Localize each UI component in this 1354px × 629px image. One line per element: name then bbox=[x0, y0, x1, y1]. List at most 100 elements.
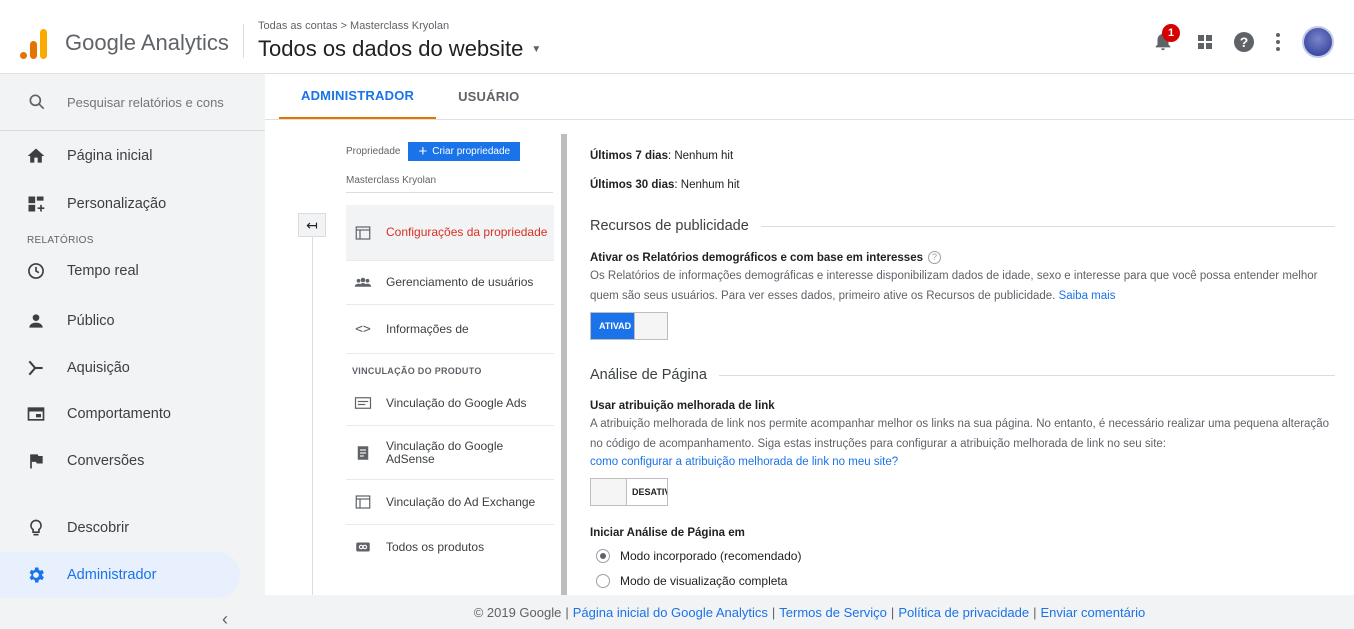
plus-icon: + bbox=[418, 143, 428, 160]
sidebar-item-label: Tempo real bbox=[67, 263, 139, 279]
sidebar-item-label: Descobrir bbox=[67, 520, 130, 536]
header-divider bbox=[243, 24, 244, 58]
section-title: Recursos de publicidade bbox=[590, 218, 749, 234]
enhanced-link-attribution-title: Usar atribuição melhorada de link bbox=[590, 400, 775, 412]
sidebar-item-label: Público bbox=[67, 313, 115, 329]
menu-item-google-ads-link[interactable]: Vinculação do Google Ads bbox=[346, 384, 554, 422]
demographics-toggle[interactable]: ATIVAD bbox=[590, 312, 668, 340]
reports-section-label: RELATÓRIOS bbox=[27, 235, 94, 246]
sidebar-item-audience[interactable]: Público bbox=[0, 298, 240, 344]
menu-item-tracking-info[interactable]: <> Informações de bbox=[346, 305, 554, 353]
menu-item-property-settings[interactable]: Configurações da propriedade bbox=[346, 205, 554, 260]
back-arrow-button[interactable]: ↤ bbox=[298, 213, 326, 237]
sidebar-item-behavior[interactable]: Comportamento bbox=[0, 391, 240, 437]
demographics-setting-title: Ativar os Relatórios demográficos e com … bbox=[590, 251, 941, 264]
property-selector[interactable]: Masterclass Kryolan bbox=[346, 175, 436, 186]
view-title: Todos os dados do website bbox=[258, 36, 524, 61]
create-property-button[interactable]: + Criar propriedade bbox=[408, 142, 521, 161]
enhanced-link-attribution-description: A atribuição melhorada de link nos permi… bbox=[590, 418, 1329, 450]
footer-link-privacy[interactable]: Política de privacidade bbox=[898, 605, 1029, 620]
search-input[interactable] bbox=[67, 94, 227, 110]
sidebar-item-admin[interactable]: Administrador bbox=[0, 552, 240, 598]
help-question-icon[interactable]: ? bbox=[928, 251, 941, 264]
notifications-button[interactable]: 1 bbox=[1152, 24, 1180, 54]
users-icon bbox=[354, 274, 372, 292]
tab-admin[interactable]: ADMINISTRADOR bbox=[279, 74, 437, 119]
column-connector-line bbox=[312, 237, 313, 595]
property-column: ↤ Propriedade + Criar propriedade Master… bbox=[298, 134, 568, 595]
menu-item-label: Configurações da propriedade bbox=[386, 225, 548, 240]
property-header: Propriedade + Criar propriedade bbox=[346, 142, 521, 161]
header-actions: 1 ? bbox=[1152, 24, 1334, 58]
menu-item-user-management[interactable]: Gerenciamento de usuários bbox=[346, 261, 554, 304]
menu-item-label: Vinculação do Google Ads bbox=[386, 395, 527, 410]
last-30-days-label: Últimos 30 dias bbox=[590, 179, 675, 191]
radio-unchecked-icon[interactable] bbox=[596, 574, 610, 588]
create-property-label: Criar propriedade bbox=[432, 146, 511, 157]
radio-label: Modo de visualização completa bbox=[620, 574, 788, 588]
radio-embedded-mode[interactable]: Modo incorporado (recomendado) bbox=[596, 549, 801, 563]
property-label: Propriedade bbox=[346, 146, 401, 157]
menu-divider bbox=[346, 353, 554, 354]
menu-item-adsense-link[interactable]: Vinculação do Google AdSense bbox=[346, 426, 554, 479]
google-analytics-logo-icon[interactable] bbox=[20, 27, 48, 59]
last-7-days-stat: Últimos 7 dias: Nenhum hit bbox=[590, 150, 733, 162]
page-analytics-section: Análise de Página bbox=[590, 367, 1335, 383]
description-text: Os Relatórios de informações demográfica… bbox=[590, 270, 1318, 302]
menu-item-ad-exchange-link[interactable]: Vinculação do Ad Exchange bbox=[346, 480, 554, 524]
toggle-state-label: DESATIV bbox=[627, 479, 667, 505]
breadcrumb[interactable]: Todas as contas > Masterclass Kryolan bbox=[258, 20, 449, 32]
footer-link-terms[interactable]: Termos de Serviço bbox=[779, 605, 887, 620]
sidebar-item-label: Administrador bbox=[67, 567, 157, 583]
collapse-sidebar-chevron-icon[interactable]: ‹ bbox=[222, 609, 228, 629]
notification-badge: 1 bbox=[1162, 24, 1180, 42]
sidebar-item-realtime[interactable]: Tempo real bbox=[0, 248, 240, 294]
account-avatar[interactable] bbox=[1302, 26, 1334, 58]
sidebar-item-customization[interactable]: Personalização bbox=[0, 181, 240, 227]
link-attribution-toggle[interactable]: DESATIV bbox=[590, 478, 668, 506]
sidebar-item-label: Comportamento bbox=[67, 406, 171, 422]
property-divider bbox=[346, 192, 553, 193]
footer-link-feedback[interactable]: Enviar comentário bbox=[1041, 605, 1146, 620]
menu-item-label: Vinculação do Ad Exchange bbox=[386, 494, 536, 509]
section-title: Análise de Página bbox=[590, 367, 707, 383]
radio-label: Modo incorporado (recomendado) bbox=[620, 549, 802, 563]
start-page-analytics-title: Iniciar Análise de Página em bbox=[590, 527, 745, 539]
help-icon[interactable]: ? bbox=[1234, 32, 1254, 52]
sidebar-item-label: Personalização bbox=[67, 196, 167, 212]
sidebar-item-acquisition[interactable]: Aquisição bbox=[0, 345, 240, 391]
acquisition-icon bbox=[26, 358, 46, 378]
link-attribution-help-link[interactable]: como configurar a atribuição melhorada d… bbox=[590, 456, 898, 468]
sidebar-item-conversions[interactable]: Conversões bbox=[0, 438, 240, 484]
sidebar-item-home[interactable]: Página inicial bbox=[0, 133, 240, 179]
app-title[interactable]: Google Analytics bbox=[65, 30, 229, 56]
home-icon bbox=[26, 146, 46, 166]
column-scrollbar[interactable] bbox=[561, 134, 567, 595]
copyright-text: © 2019 Google bbox=[473, 604, 562, 620]
gear-icon bbox=[26, 565, 46, 585]
footer-link-analytics-home[interactable]: Página inicial do Google Analytics bbox=[573, 605, 768, 620]
toggle-knob bbox=[591, 479, 627, 505]
learn-more-link[interactable]: Saiba mais bbox=[1059, 290, 1116, 302]
menu-item-label: Todos os produtos bbox=[386, 539, 485, 554]
code-icon: <> bbox=[355, 321, 371, 337]
main-panel: ADMINISTRADOR USUÁRIO ↤ Propriedade + Cr… bbox=[265, 74, 1354, 595]
sidebar-search[interactable] bbox=[0, 74, 265, 130]
search-icon bbox=[29, 94, 45, 110]
view-selector[interactable]: Todos os dados do website ▼ bbox=[258, 36, 541, 62]
dashboard-icon bbox=[26, 194, 46, 214]
toggle-state-label: ATIVAD bbox=[591, 313, 634, 339]
more-options-icon[interactable] bbox=[1276, 33, 1280, 51]
sidebar-item-discover[interactable]: Descobrir bbox=[0, 505, 240, 551]
ad-exchange-icon bbox=[354, 493, 372, 511]
tab-user[interactable]: USUÁRIO bbox=[436, 74, 541, 119]
settings-window-icon bbox=[354, 224, 372, 242]
sidebar-item-label: Página inicial bbox=[67, 148, 153, 164]
menu-item-all-products[interactable]: Todos os produtos bbox=[346, 525, 554, 569]
apps-grid-icon[interactable] bbox=[1198, 35, 1212, 49]
adsense-icon bbox=[354, 444, 372, 462]
sidebar-item-label: Aquisição bbox=[67, 360, 130, 376]
radio-checked-icon[interactable] bbox=[596, 549, 610, 563]
top-header: Google Analytics Todas as contas > Maste… bbox=[0, 0, 1354, 74]
radio-full-view-mode[interactable]: Modo de visualização completa bbox=[596, 574, 787, 588]
